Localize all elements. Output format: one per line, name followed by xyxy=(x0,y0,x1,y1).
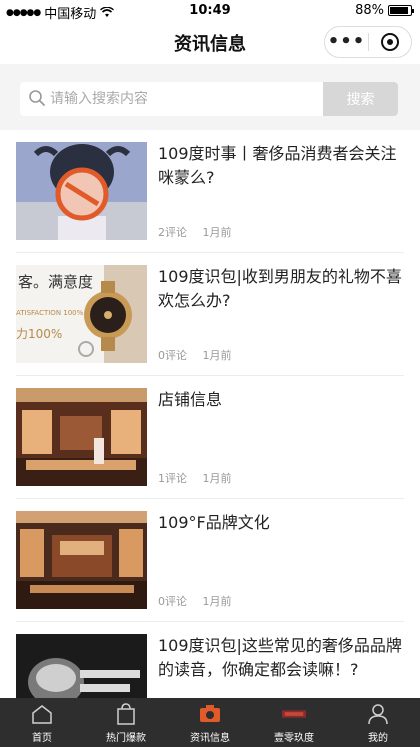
article-thumbnail: 客。满意度 ATISFACTION 100% 力100% xyxy=(16,265,147,363)
publish-time: 1月前 xyxy=(202,349,232,362)
more-button[interactable]: ••• xyxy=(325,27,368,57)
miniprogram-capsule: ••• xyxy=(324,26,412,58)
close-icon xyxy=(380,33,399,51)
article-title: 109度识包|收到男朋友的礼物不喜欢怎么办? xyxy=(158,267,402,310)
close-button[interactable] xyxy=(369,33,411,51)
article-meta: 2评论 1月前 xyxy=(158,224,244,240)
comment-count: 0评论 xyxy=(158,349,187,362)
article-thumbnail xyxy=(16,388,147,486)
search-icon xyxy=(29,90,45,106)
article-item[interactable]: 109°F品牌文化 0评论 1月前 xyxy=(16,499,404,622)
article-item[interactable]: 客。满意度 ATISFACTION 100% 力100% 109度识包|收到男朋… xyxy=(16,253,404,376)
publish-time: 1月前 xyxy=(202,472,232,485)
article-meta: 0评论 1月前 xyxy=(158,593,244,609)
tab-label: 我的 xyxy=(368,733,388,744)
tab-home[interactable]: 首页 xyxy=(0,698,84,747)
comment-count: 1评论 xyxy=(158,472,187,485)
search-section: 搜索 xyxy=(0,64,420,130)
thumb-caption: 力100% xyxy=(16,327,63,341)
article-title: 109度时事丨奢侈品消费者会关注咪蒙么? xyxy=(158,144,397,187)
article-title: 店铺信息 xyxy=(158,390,223,409)
camera-icon xyxy=(198,702,222,726)
article-thumbnail xyxy=(16,634,147,698)
article-item[interactable]: 109度时事丨奢侈品消费者会关注咪蒙么? 2评论 1月前 xyxy=(16,130,404,253)
tab-me[interactable]: 我的 xyxy=(336,698,420,747)
search-button[interactable]: 搜索 xyxy=(323,82,398,116)
tab-label: 壹零玖度 xyxy=(274,733,314,744)
article-thumbnail xyxy=(16,142,147,240)
brand-icon xyxy=(282,702,306,726)
bottom-tab-bar: 首页 热门爆款 资讯信息 壹零玖度 我的 xyxy=(0,698,420,747)
thumb-caption: 客。满意度 xyxy=(18,273,94,291)
publish-time: 1月前 xyxy=(202,226,232,239)
publish-time: 1月前 xyxy=(202,595,232,608)
comment-count: 0评论 xyxy=(158,595,187,608)
article-list: 109度时事丨奢侈品消费者会关注咪蒙么? 2评论 1月前 客。满意度 ATISF… xyxy=(0,130,420,698)
battery-fill xyxy=(390,7,408,14)
article-item[interactable]: 109度识包|这些常见的奢侈品品牌的读音，你确定都会读嘛！? xyxy=(16,622,404,698)
article-thumbnail xyxy=(16,511,147,609)
battery-icon xyxy=(388,5,414,16)
comment-count: 2评论 xyxy=(158,226,187,239)
article-meta: 0评论 1月前 xyxy=(158,347,244,363)
article-title: 109度识包|这些常见的奢侈品品牌的读音，你确定都会读嘛！? xyxy=(158,636,402,679)
search-input[interactable] xyxy=(50,82,340,116)
article-meta: 1评论 1月前 xyxy=(158,470,244,486)
tab-hot[interactable]: 热门爆款 xyxy=(84,698,168,747)
article-title: 109°F品牌文化 xyxy=(158,513,270,532)
tab-label: 热门爆款 xyxy=(106,733,146,744)
nav-bar: 资讯信息 ••• xyxy=(0,22,420,64)
tab-news[interactable]: 资讯信息 xyxy=(168,698,252,747)
tab-brand[interactable]: 壹零玖度 xyxy=(252,698,336,747)
tab-label: 资讯信息 xyxy=(190,733,230,744)
tab-label: 首页 xyxy=(32,733,52,744)
status-bar: ●●●●● 中国移动 10:49 88% xyxy=(0,0,420,22)
home-icon xyxy=(30,702,54,726)
user-icon xyxy=(366,702,390,726)
battery-percent: 88% xyxy=(355,3,384,18)
article-item[interactable]: 店铺信息 1评论 1月前 xyxy=(16,376,404,499)
thumb-caption: ATISFACTION 100% xyxy=(16,309,84,317)
bag-icon xyxy=(114,702,138,726)
search-box: 搜索 xyxy=(20,82,398,116)
status-right: 88% xyxy=(355,3,414,18)
